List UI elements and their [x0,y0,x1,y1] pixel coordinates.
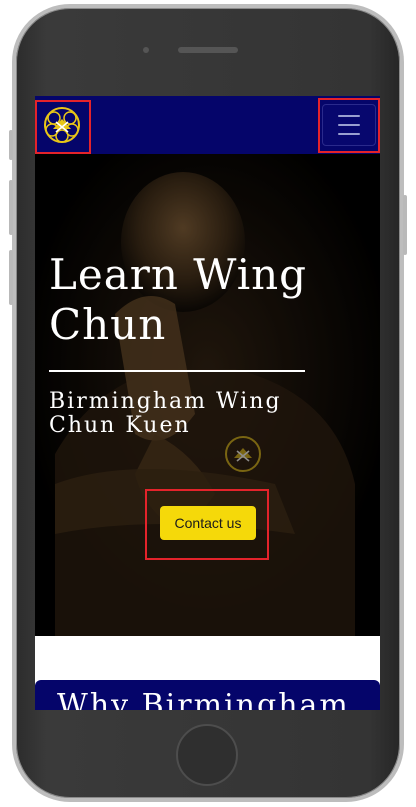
why-section-header: Why Birmingham [35,680,380,710]
phone-screen: Learn Wing Chun Birmingham Wing Chun Kue… [35,96,380,710]
volume-up-button [9,180,13,235]
front-camera [143,47,149,53]
highlight-box-logo [35,100,91,154]
highlight-box-menu [318,98,380,153]
hero-divider [49,370,305,372]
silent-switch [9,130,13,160]
power-button [403,195,407,255]
volume-down-button [9,250,13,305]
home-button[interactable] [176,724,238,786]
section-title: Why Birmingham [57,688,350,710]
hero-section: Learn Wing Chun Birmingham Wing Chun Kue… [35,154,380,636]
earpiece-speaker [178,47,238,53]
hero-subtitle: Birmingham Wing Chun Kuen [49,389,282,438]
hero-title: Learn Wing Chun [49,250,308,349]
highlight-box-cta [145,489,269,560]
